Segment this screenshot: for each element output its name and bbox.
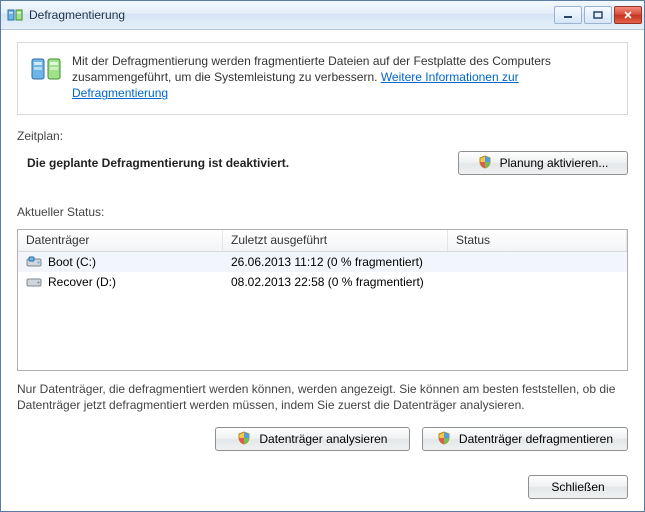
- analyze-label: Datenträger analysieren: [259, 432, 387, 446]
- defrag-icon: [30, 53, 62, 85]
- enable-schedule-label: Planung aktivieren...: [500, 156, 609, 170]
- close-dialog-button[interactable]: Schließen: [528, 475, 628, 499]
- defrag-app-icon: [7, 7, 23, 23]
- table-header: Datenträger Zuletzt ausgeführt Status: [18, 230, 627, 252]
- defragment-button[interactable]: Datenträger defragmentieren: [422, 427, 628, 451]
- disk-icon: [26, 274, 42, 290]
- enable-schedule-button[interactable]: Planung aktivieren...: [458, 151, 628, 175]
- status-label: Aktueller Status:: [17, 205, 628, 219]
- schedule-status: Die geplante Defragmentierung ist deakti…: [27, 156, 442, 170]
- client-area: Mit der Defragmentierung werden fragment…: [1, 30, 644, 511]
- shield-icon: [478, 155, 494, 171]
- analyze-button[interactable]: Datenträger analysieren: [215, 427, 410, 451]
- defrag-window: Defragmentierung: [0, 0, 645, 512]
- col-status[interactable]: Status: [448, 230, 627, 251]
- action-row: Datenträger analysieren Datenträger defr…: [17, 427, 628, 451]
- table-body: Boot (C:) 26.06.2013 11:12 (0 % fragment…: [18, 252, 627, 370]
- hint-text: Nur Datenträger, die defragmentiert werd…: [17, 381, 628, 413]
- disk-last-run: 26.06.2013 11:12 (0 % fragmentiert): [231, 255, 423, 269]
- disk-icon: [26, 254, 42, 270]
- col-disk[interactable]: Datenträger: [18, 230, 223, 251]
- info-panel: Mit der Defragmentierung werden fragment…: [17, 42, 628, 115]
- disk-name: Recover (D:): [48, 275, 116, 289]
- disk-last-run: 08.02.2013 22:58 (0 % fragmentiert): [231, 275, 424, 289]
- table-row[interactable]: Boot (C:) 26.06.2013 11:12 (0 % fragment…: [18, 252, 627, 272]
- shield-icon: [237, 431, 253, 447]
- close-button[interactable]: [614, 6, 642, 24]
- table-row[interactable]: Recover (D:) 08.02.2013 22:58 (0 % fragm…: [18, 272, 627, 292]
- maximize-button[interactable]: [584, 6, 612, 24]
- close-row: Schließen: [17, 465, 628, 499]
- disk-table: Datenträger Zuletzt ausgeführt Status: [17, 229, 628, 371]
- schedule-row: Die geplante Defragmentierung ist deakti…: [17, 147, 628, 179]
- disk-name: Boot (C:): [48, 255, 96, 269]
- titlebar[interactable]: Defragmentierung: [1, 1, 644, 30]
- col-last-run[interactable]: Zuletzt ausgeführt: [223, 230, 448, 251]
- window-controls: [554, 6, 642, 24]
- minimize-button[interactable]: [554, 6, 582, 24]
- shield-icon: [437, 431, 453, 447]
- info-text: Mit der Defragmentierung werden fragment…: [72, 53, 615, 102]
- schedule-label: Zeitplan:: [17, 129, 628, 143]
- window-title: Defragmentierung: [29, 8, 554, 22]
- defragment-label: Datenträger defragmentieren: [459, 432, 613, 446]
- close-label: Schließen: [551, 480, 604, 494]
